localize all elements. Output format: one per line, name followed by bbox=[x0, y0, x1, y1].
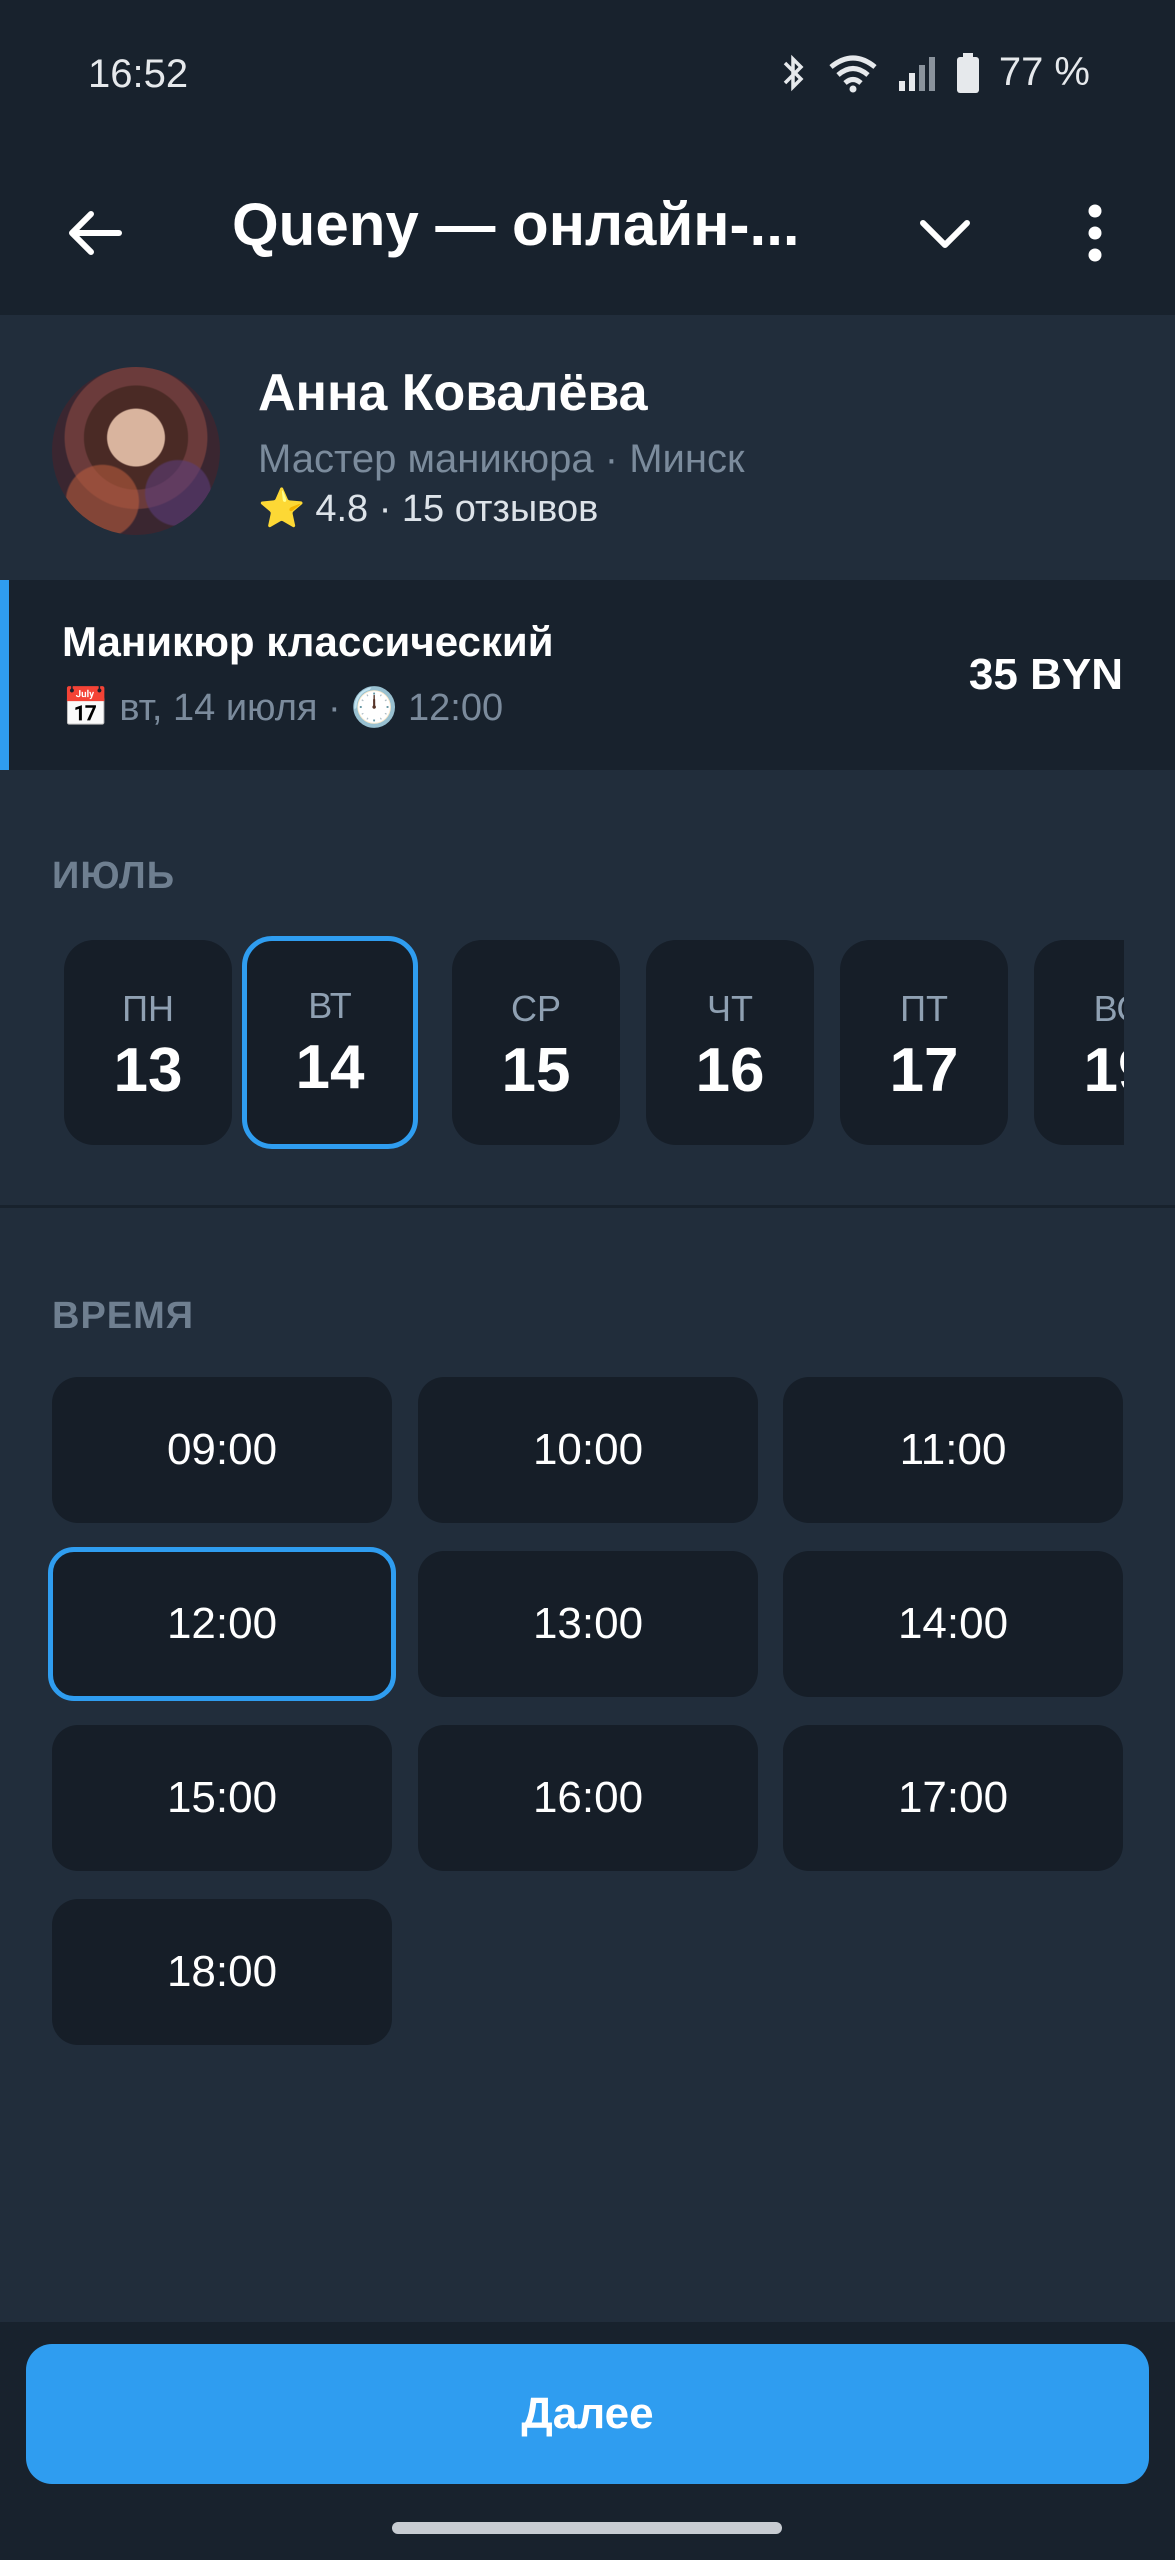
time-slot[interactable]: 13:00 bbox=[418, 1551, 758, 1697]
bottom-bar: Далее bbox=[0, 2322, 1175, 2560]
time-slot[interactable]: 11:00 bbox=[783, 1377, 1123, 1523]
day-item[interactable]: ВТ 14 bbox=[242, 936, 418, 1149]
more-vertical-icon bbox=[1088, 204, 1102, 267]
avatar bbox=[52, 367, 220, 535]
day-number: 16 bbox=[695, 1036, 765, 1105]
service-price: 35 BYN bbox=[968, 650, 1123, 699]
day-of-week: ВТ bbox=[308, 985, 352, 1026]
back-button[interactable] bbox=[55, 195, 135, 275]
day-picker[interactable]: ПН 13 ВТ 14 СР 15 ЧТ 16 ПТ 17 ВС 19 bbox=[52, 930, 1124, 1160]
day-of-week: СР bbox=[510, 988, 561, 1029]
page-title: Queny — онлайн-... bbox=[232, 191, 800, 258]
calendar-icon: 📅 bbox=[62, 687, 110, 729]
battery-icon bbox=[955, 52, 981, 94]
month-label: ИЮЛЬ bbox=[52, 855, 176, 897]
time-slot[interactable]: 14:00 bbox=[783, 1551, 1123, 1697]
day-of-week: ПТ bbox=[900, 988, 948, 1029]
star-icon: ⭐ bbox=[258, 488, 306, 530]
clock-icon: 🕛 bbox=[350, 687, 398, 729]
day-number: 15 bbox=[501, 1036, 571, 1105]
status-time: 16:52 bbox=[88, 52, 189, 96]
more-menu-button[interactable] bbox=[1060, 195, 1130, 275]
chevron-down-icon bbox=[917, 215, 973, 256]
master-card: Анна Ковалёва Мастер маникюра · Минск ⭐ … bbox=[0, 315, 1175, 580]
bluetooth-icon bbox=[779, 53, 809, 93]
time-slot[interactable]: 15:00 bbox=[52, 1725, 392, 1871]
day-item[interactable]: ЧТ 16 bbox=[646, 940, 814, 1145]
battery-level: 77 % bbox=[998, 50, 1090, 94]
time-slot[interactable]: 09:00 bbox=[52, 1377, 392, 1523]
day-number: 19 bbox=[1083, 1036, 1124, 1105]
service-summary: Маникюр классический 📅 вт, 14 июля · 🕛 1… bbox=[0, 580, 1175, 770]
day-number: 17 bbox=[889, 1036, 959, 1105]
arrow-left-icon bbox=[65, 208, 125, 263]
time-slot[interactable]: 18:00 bbox=[52, 1899, 392, 2045]
status-bar: 16:52 77 % bbox=[0, 0, 1175, 150]
accent-stripe bbox=[0, 580, 9, 770]
day-item[interactable]: ВС 19 bbox=[1034, 940, 1124, 1145]
day-of-week: ЧТ bbox=[707, 988, 753, 1029]
status-icons: 77 % bbox=[779, 50, 1090, 95]
time-slot[interactable]: 17:00 bbox=[783, 1725, 1123, 1871]
day-of-week: ПН bbox=[122, 988, 174, 1029]
time-slot[interactable]: 10:00 bbox=[418, 1377, 758, 1523]
master-name: Анна Ковалёва bbox=[258, 364, 648, 422]
collapse-button[interactable] bbox=[905, 195, 985, 275]
master-subtitle: Мастер маникюра · Минск bbox=[258, 437, 745, 481]
next-button[interactable]: Далее bbox=[26, 2344, 1149, 2484]
time-slot[interactable]: 16:00 bbox=[418, 1725, 758, 1871]
rating-text: 4.8 · 15 отзывов bbox=[315, 487, 599, 530]
service-name: Маникюр классический bbox=[62, 618, 554, 665]
time-slot[interactable]: 12:00 bbox=[48, 1547, 396, 1701]
time-label: ВРЕМЯ bbox=[52, 1295, 195, 1337]
master-rating: ⭐ 4.8 · 15 отзывов bbox=[258, 487, 598, 531]
service-meta: 📅 вт, 14 июля · 🕛 12:00 bbox=[62, 686, 503, 730]
service-time: 12:00 bbox=[408, 686, 504, 729]
app-bar: Queny — онлайн-... bbox=[0, 150, 1175, 315]
service-date: вт, 14 июля · bbox=[119, 686, 341, 729]
day-item[interactable]: СР 15 bbox=[452, 940, 620, 1145]
signal-icon bbox=[897, 53, 937, 93]
home-indicator bbox=[392, 2522, 782, 2534]
wifi-icon bbox=[827, 53, 879, 93]
day-item[interactable]: ПН 13 bbox=[64, 940, 232, 1145]
day-item[interactable]: ПТ 17 bbox=[840, 940, 1008, 1145]
day-number: 13 bbox=[113, 1036, 183, 1105]
day-of-week: ВС bbox=[1093, 988, 1124, 1029]
day-number: 14 bbox=[295, 1033, 365, 1102]
divider bbox=[0, 1205, 1175, 1208]
